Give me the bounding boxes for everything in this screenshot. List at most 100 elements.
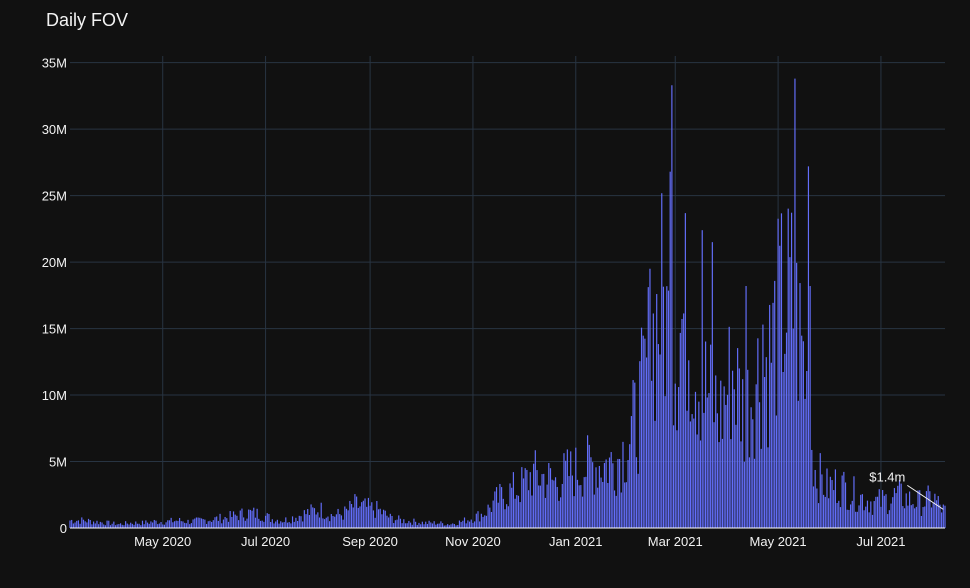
bar — [716, 413, 718, 528]
bar — [824, 496, 826, 528]
bar — [769, 304, 771, 528]
bar — [438, 523, 440, 528]
bar — [597, 487, 599, 528]
bar — [241, 508, 243, 528]
bar — [551, 479, 553, 528]
bar — [381, 514, 383, 528]
bar — [516, 495, 518, 528]
bar — [723, 386, 725, 528]
bar — [253, 507, 255, 528]
bar — [696, 434, 698, 528]
bar — [678, 387, 680, 528]
bar — [211, 521, 213, 528]
bar — [600, 477, 602, 528]
bar — [779, 245, 781, 529]
bar — [364, 498, 366, 528]
bar — [259, 520, 262, 528]
bar — [649, 268, 651, 528]
bar — [689, 421, 692, 528]
bar — [155, 520, 157, 528]
bar — [760, 448, 762, 528]
bar — [699, 440, 702, 528]
bar — [93, 521, 95, 528]
bar — [152, 522, 154, 528]
bar — [256, 508, 258, 528]
bar — [99, 521, 101, 528]
bar — [890, 503, 892, 528]
bar — [586, 435, 589, 528]
bar — [637, 473, 639, 528]
bar — [669, 171, 671, 529]
bar — [570, 451, 572, 528]
bar — [352, 507, 354, 528]
bar — [740, 441, 742, 528]
bar — [350, 504, 353, 528]
bar — [205, 523, 208, 528]
bar — [263, 521, 265, 528]
bar — [138, 523, 140, 528]
bar — [197, 517, 199, 528]
bar — [490, 511, 493, 528]
bar — [839, 507, 842, 528]
bar — [487, 504, 489, 528]
bar — [158, 523, 160, 528]
bar — [730, 439, 732, 528]
bar — [583, 477, 585, 528]
bar — [612, 463, 614, 528]
bar — [878, 489, 880, 528]
bar — [153, 519, 155, 528]
bar — [244, 520, 246, 528]
bar — [752, 419, 754, 528]
bar — [634, 382, 636, 528]
bar — [394, 520, 396, 528]
bar — [915, 506, 917, 528]
bar — [495, 487, 498, 528]
bar — [298, 515, 300, 528]
bar — [620, 492, 622, 528]
bar — [175, 520, 177, 528]
bar — [404, 523, 407, 528]
bar — [892, 497, 894, 528]
annotation-label: $1.4m — [869, 469, 905, 484]
bar — [209, 520, 211, 528]
bar — [524, 468, 526, 528]
bar — [367, 497, 370, 528]
bar — [494, 491, 496, 528]
bar — [538, 485, 540, 528]
bar — [625, 482, 627, 528]
bar — [295, 517, 297, 528]
bar — [907, 505, 909, 528]
bar — [246, 518, 248, 528]
bar — [224, 516, 226, 528]
bar — [423, 524, 425, 528]
bar — [902, 506, 904, 528]
bar — [676, 430, 678, 528]
bar — [934, 493, 936, 528]
bar — [585, 476, 587, 528]
bar — [595, 467, 597, 528]
bar — [693, 418, 695, 528]
bar — [315, 514, 317, 528]
bar — [843, 471, 845, 528]
bar — [578, 485, 580, 528]
bar — [379, 508, 381, 528]
bar — [212, 520, 214, 528]
bar — [764, 377, 766, 528]
bar — [317, 512, 319, 528]
bar — [162, 524, 164, 528]
bar — [436, 523, 439, 528]
bar — [475, 513, 477, 528]
bar — [216, 516, 218, 528]
bar — [87, 518, 90, 528]
bar — [330, 514, 332, 528]
bar — [885, 494, 887, 528]
bar — [807, 166, 810, 529]
bar — [598, 465, 600, 528]
bar — [883, 495, 885, 528]
bar — [514, 498, 516, 528]
bar — [882, 490, 884, 528]
bar — [784, 353, 786, 528]
bar — [285, 517, 287, 528]
bar — [320, 502, 322, 528]
bar — [720, 380, 722, 528]
